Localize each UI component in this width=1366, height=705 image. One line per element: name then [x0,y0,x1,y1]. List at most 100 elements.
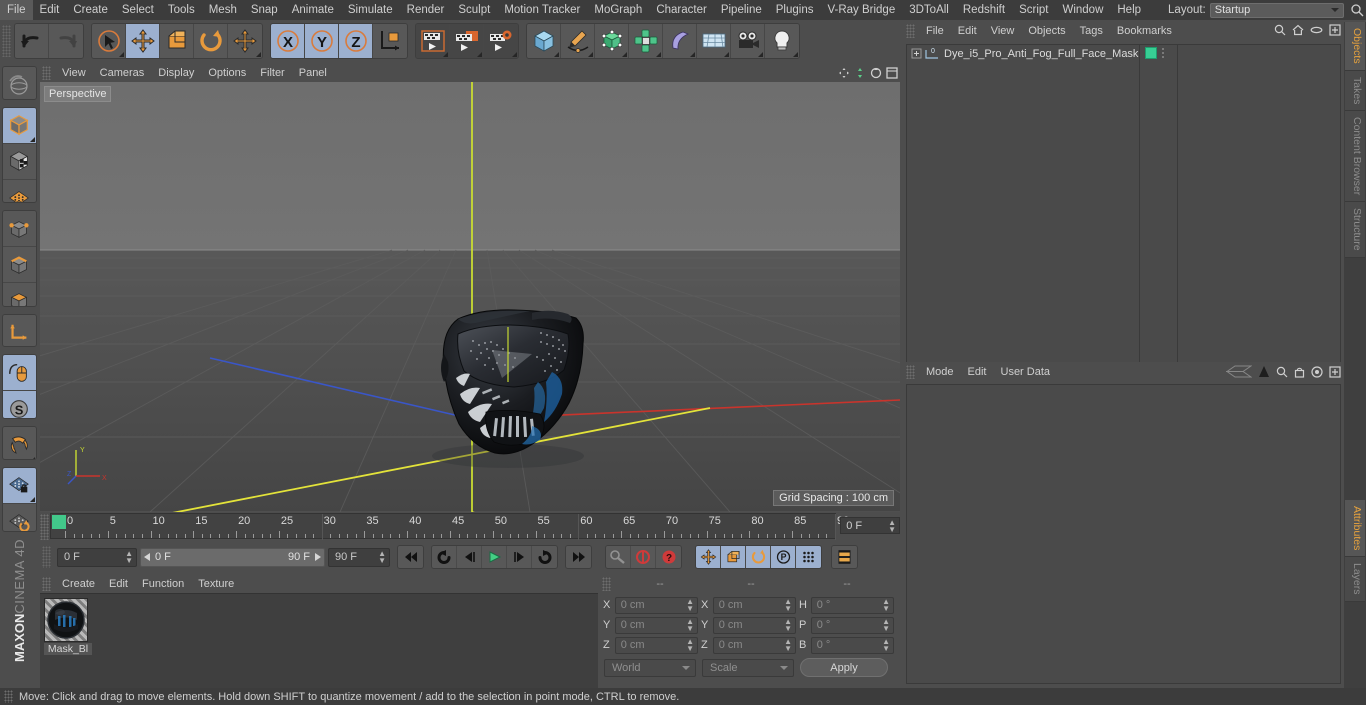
workplane-rotate-button[interactable] [2,503,36,532]
add-cube-button[interactable] [527,24,561,58]
home-icon[interactable] [1292,24,1304,36]
add-layer-icon[interactable] [1329,24,1341,36]
tag-dots-icon[interactable] [1161,47,1165,59]
generator-button[interactable] [595,24,629,58]
position-z-input[interactable]: 0 cm ▲ ▼ [614,636,698,654]
attributes-content[interactable] [906,384,1341,684]
menu-item-character[interactable]: Character [649,0,714,20]
axis-z-button[interactable]: Z [339,24,373,58]
object-row[interactable]: 0 Dye_i5_Pro_Anti_Fog_Full_Face_Mask [907,45,1340,62]
menu-item-3dtoall[interactable]: 3DToAll [902,0,956,20]
spinner-icon[interactable]: ▲ ▼ [784,638,792,653]
point-level-animation-button[interactable] [796,546,821,568]
rotate-view-icon[interactable] [870,67,882,79]
attributes-menu-user-data[interactable]: User Data [994,366,1058,378]
current-frame-field[interactable]: 0 F ▲ ▼ [57,547,137,567]
magnet-button[interactable] [2,427,36,459]
texture-mode-button[interactable] [2,143,36,180]
rotation-p-input[interactable]: 0 ° ▲ ▼ [810,616,894,634]
timeline-button[interactable] [832,546,857,568]
spinner-icon[interactable]: ▲ ▼ [125,550,133,565]
position-y-input[interactable]: 0 cm ▲ ▼ [614,616,698,634]
render-view-button[interactable] [416,24,450,58]
search-icon[interactable] [1276,366,1288,378]
selection-tool-button[interactable] [92,24,126,58]
spinner-icon[interactable]: ▲ ▼ [882,618,890,633]
vtab-layers[interactable]: Layers [1345,557,1365,602]
viewport-menu-view[interactable]: View [55,67,93,79]
go-to-start-button[interactable] [398,546,423,568]
viewport-menu-panel[interactable]: Panel [292,67,334,79]
viewport-3d[interactable]: Perspective Grid Spacing : 100 cm Y X Z [40,82,900,512]
menu-item-sculpt[interactable]: Sculpt [451,0,497,20]
s-compass-button[interactable]: S [2,391,36,419]
menu-item-create[interactable]: Create [66,0,115,20]
spinner-icon[interactable]: ▲ ▼ [882,638,890,653]
object-material-tag[interactable] [1145,47,1157,59]
menu-item-mesh[interactable]: Mesh [202,0,244,20]
points-mode-button[interactable] [2,211,36,248]
menu-item-tools[interactable]: Tools [161,0,202,20]
attributes-grip[interactable] [906,365,915,379]
axis-mode-button[interactable] [2,314,36,347]
redo-button[interactable] [49,24,83,58]
expand-plus-icon[interactable] [911,48,922,59]
scale-tool-button[interactable] [160,24,194,58]
material-item[interactable]: Mask_Bl [44,598,92,655]
spinner-icon[interactable]: ▲ ▼ [784,618,792,633]
target-icon[interactable] [1311,365,1323,378]
viewport-menu-options[interactable]: Options [201,67,253,79]
add-icon[interactable] [1329,365,1341,378]
eye-icon[interactable] [1310,24,1323,36]
render-settings-button[interactable] [484,24,518,58]
vtab-takes[interactable]: Takes [1345,70,1365,112]
pan-view-icon[interactable] [838,67,850,79]
apply-button[interactable]: Apply [800,658,888,677]
rotation-b-input[interactable]: 0 ° ▲ ▼ [810,636,894,654]
object-menu-tags[interactable]: Tags [1073,25,1110,37]
spinner-icon[interactable]: ▲ ▼ [686,638,694,653]
menu-item-plugins[interactable]: Plugins [769,0,821,20]
polygon-grid-button[interactable] [2,179,36,203]
material-menu-create[interactable]: Create [55,578,102,590]
viewport-grip[interactable] [42,66,51,80]
previous-frame-button[interactable] [457,546,482,568]
material-menu-edit[interactable]: Edit [102,578,135,590]
keyframe-selection-button[interactable]: ? [656,546,681,568]
menu-item-simulate[interactable]: Simulate [341,0,400,20]
spinner-icon[interactable]: ▲ ▼ [378,550,386,565]
coordinates-grip[interactable] [602,577,611,591]
material-list[interactable]: Mask_Bl [40,593,598,688]
attributes-menu-edit[interactable]: Edit [961,366,994,378]
vtab-content-browser[interactable]: Content Browser [1345,111,1365,203]
play-forward-button[interactable] [482,546,507,568]
spinner-icon[interactable]: ▲ ▼ [686,598,694,613]
object-menu-file[interactable]: File [919,25,951,37]
edges-mode-button[interactable] [2,247,36,284]
position-x-input[interactable]: 0 cm ▲ ▼ [614,596,698,614]
play-backwards-button[interactable] [432,546,457,568]
menu-item-file[interactable]: File [0,0,33,20]
vtab-objects[interactable]: Objects [1345,22,1365,71]
search-icon[interactable] [1350,3,1364,17]
add-spline-button[interactable] [561,24,595,58]
scale-key-button[interactable] [721,546,746,568]
rotate-tool-button[interactable] [194,24,228,58]
move-tool-button[interactable] [126,24,160,58]
record-active-objects-button[interactable] [631,546,656,568]
menu-item-render[interactable]: Render [400,0,452,20]
viewport-mouse-button[interactable] [2,355,36,392]
material-menu-texture[interactable]: Texture [191,578,241,590]
menu-item-script[interactable]: Script [1012,0,1055,20]
position-key-button[interactable] [696,546,721,568]
pin-arrow-icon[interactable] [1258,365,1270,378]
viewport-menu-display[interactable]: Display [151,67,201,79]
vtab-structure[interactable]: Structure [1345,202,1365,258]
add-light-button[interactable] [765,24,799,58]
layout-dropdown[interactable]: Startup [1209,2,1344,18]
max-frame-field[interactable]: 90 F ▲ ▼ [328,547,390,567]
coordinate-system-dropdown[interactable]: World [604,658,696,677]
mograph-array-button[interactable] [629,24,663,58]
timeline-ruler[interactable]: 051015202530354045505560657075808590 [49,513,849,540]
menu-item-edit[interactable]: Edit [33,0,67,20]
